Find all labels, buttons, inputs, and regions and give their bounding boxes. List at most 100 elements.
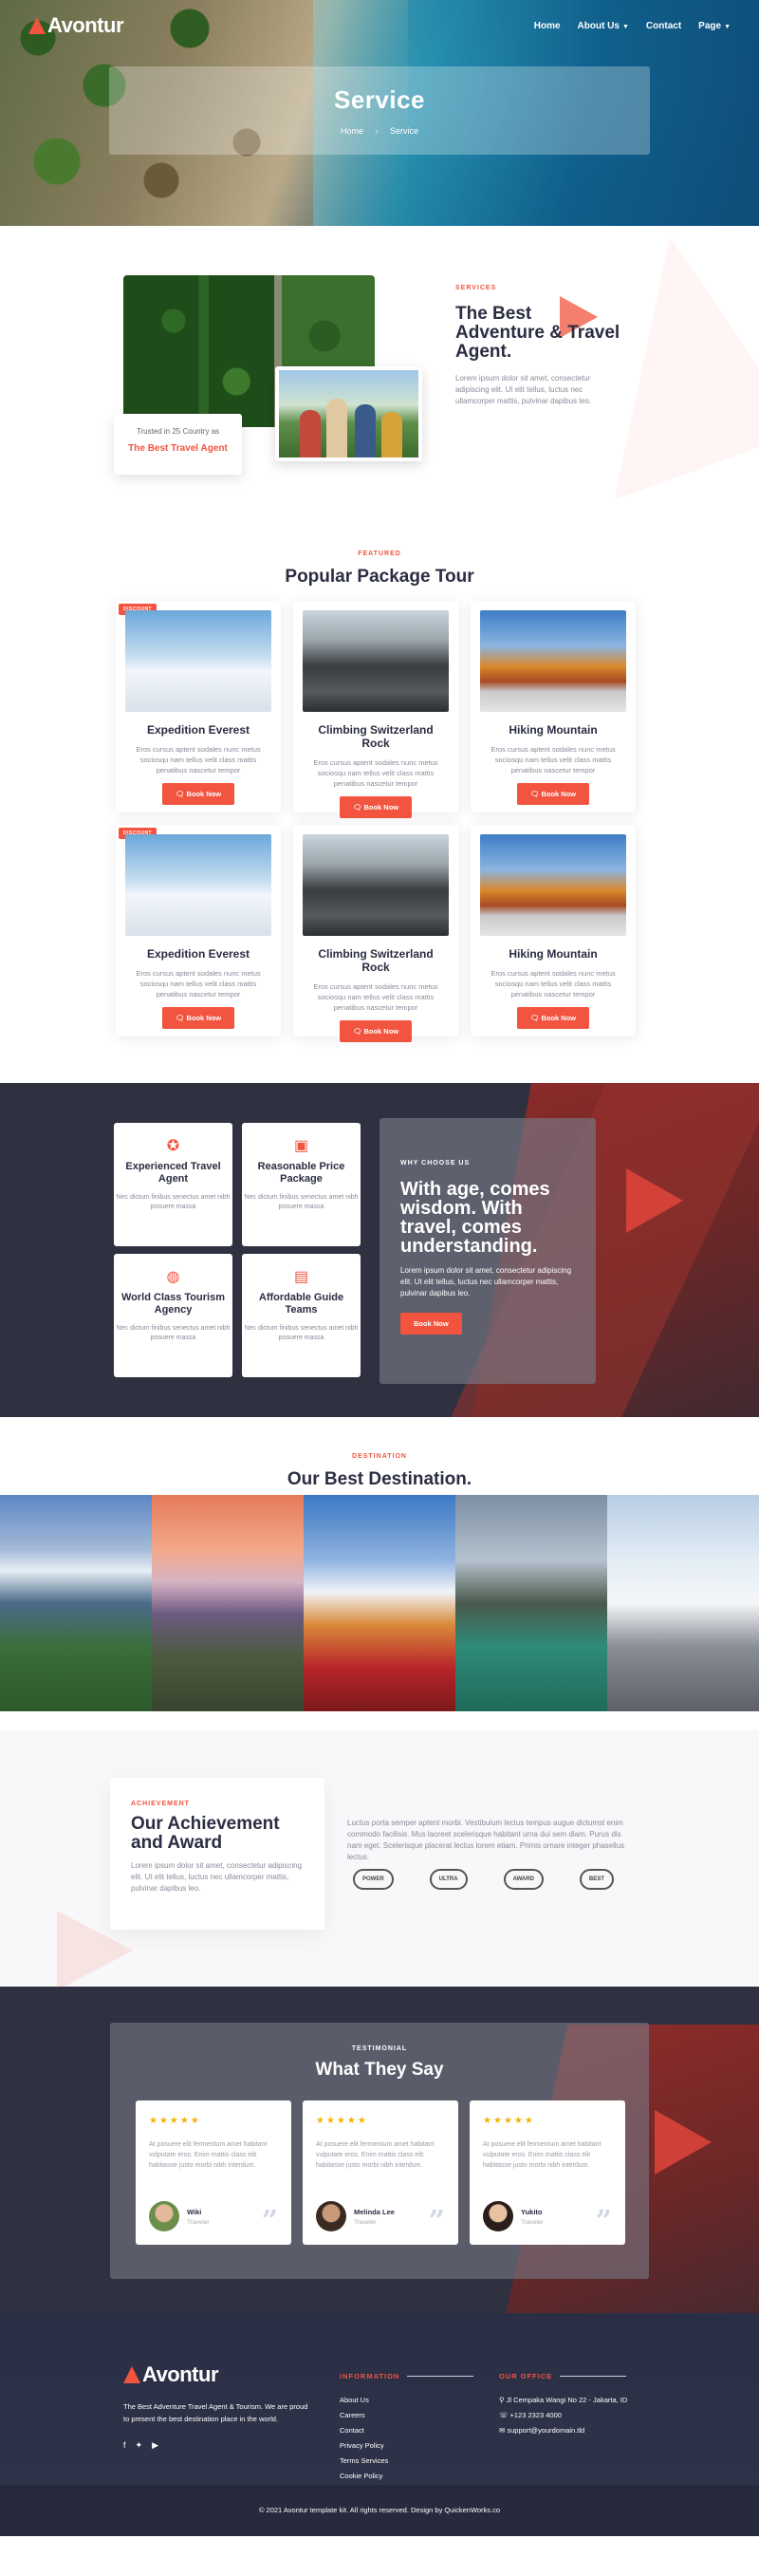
destination-image-fuji[interactable] <box>304 1495 455 1711</box>
brand-logo[interactable]: Avontur <box>28 13 124 38</box>
nav-page-label: Page <box>698 20 722 31</box>
star-rating-icon: ★★★★★ <box>483 2116 535 2126</box>
testimonial-person: Melinda Lee Traveler <box>316 2201 395 2231</box>
footer-address: ⚲ Jl Cempaka Wangi No 22 - Jakarta, ID <box>499 2396 627 2404</box>
book-now-button[interactable]: 🗨 Book Now <box>161 1007 235 1029</box>
footer-logo[interactable]: Avontur <box>123 2362 313 2387</box>
package-image[interactable] <box>480 610 626 712</box>
decor-play-triangle <box>626 1168 683 1233</box>
why-choose-section: ✪ Experienced Travel Agent Nec dictum fi… <box>0 1083 759 1417</box>
testimonial-text: At posuere elit fermentum amet habitant … <box>149 2141 268 2169</box>
nav-item-page[interactable]: Page ▼ <box>698 21 731 31</box>
footer: Avontur The Best Adventure Travel Agent … <box>0 2313 759 2536</box>
breadcrumb-home[interactable]: Home <box>341 126 363 136</box>
about-title: The Best Adventure & Travel Agent. <box>455 304 620 362</box>
testimonial-box: TESTIMONIAL What They Say ★★★★★ At posue… <box>110 2023 649 2279</box>
package-image[interactable] <box>125 834 271 936</box>
testimonial-cards: ★★★★★ At posuere elit fermentum amet hab… <box>136 2100 625 2245</box>
youtube-icon[interactable]: ▶ <box>152 2440 158 2451</box>
divider <box>560 2376 627 2377</box>
package-title[interactable]: Expedition Everest <box>125 723 271 737</box>
decor-play-triangle <box>655 2110 712 2175</box>
footer-link-contact[interactable]: Contact <box>340 2426 473 2435</box>
package-title[interactable]: Hiking Mountain <box>480 723 626 737</box>
nav-item-about[interactable]: About Us ▼ <box>578 21 629 31</box>
book-now-button[interactable]: 🗨 Book Now <box>161 783 235 805</box>
package-title[interactable]: Expedition Everest <box>125 947 271 961</box>
footer-email[interactable]: ✉ support@yourdomain.tld <box>499 2426 627 2435</box>
package-card: Hiking Mountain Eros cursus aptent sodal… <box>471 601 636 812</box>
testimonial-eyebrow: TESTIMONIAL <box>351 2045 408 2052</box>
facebook-icon[interactable]: f <box>123 2440 126 2451</box>
destination-image-alps[interactable] <box>0 1495 152 1711</box>
destination-section: DESTINATION Our Best Destination. <box>0 1417 759 1730</box>
destination-image-bromo[interactable] <box>152 1495 304 1711</box>
email-text: support@yourdomain.tld <box>507 2426 585 2435</box>
footer-phone[interactable]: ☏ +123 2323 4000 <box>499 2411 627 2419</box>
packages-section: FEATURED Popular Package Tour DISCOUNT E… <box>0 511 759 1083</box>
achievement-eyebrow: ACHIEVEMENT <box>131 1801 190 1807</box>
footer-link-careers[interactable]: Careers <box>340 2411 473 2419</box>
testimonial-title: What They Say <box>315 2060 444 2080</box>
book-now-button[interactable]: 🗨 Book Now <box>339 796 413 818</box>
package-image[interactable] <box>303 610 449 712</box>
package-card: Hiking Mountain Eros cursus aptent sodal… <box>471 825 636 1036</box>
person-name: Yukito <box>521 2207 543 2216</box>
book-now-button[interactable]: 🗨 Book Now <box>516 783 590 805</box>
testimonial-card: ★★★★★ At posuere elit fermentum amet hab… <box>470 2100 625 2245</box>
footer-link-cookie[interactable]: Cookie Policy <box>340 2472 473 2480</box>
award-logos: POWER ULTRA AWARD BEST <box>353 1869 614 1890</box>
why-book-now-button[interactable]: Book Now <box>400 1313 462 1335</box>
testimonial-section: TESTIMONIAL What They Say ★★★★★ At posue… <box>0 1987 759 2313</box>
book-now-label: Book Now <box>363 1027 399 1036</box>
package-title[interactable]: Climbing Switzerland Rock <box>303 723 449 750</box>
package-image[interactable] <box>303 834 449 936</box>
award-logo-power: POWER <box>353 1869 394 1890</box>
person-name: Wiki <box>187 2207 202 2216</box>
breadcrumb-current: Service <box>390 126 419 136</box>
brand-name: Avontur <box>47 13 124 37</box>
footer-brand-name: Avontur <box>142 2362 219 2386</box>
destination-image-everest[interactable] <box>607 1495 759 1711</box>
book-now-button[interactable]: 🗨 Book Now <box>516 1007 590 1029</box>
testimonial-card: ★★★★★ At posuere elit fermentum amet hab… <box>303 2100 458 2245</box>
person-role: Traveler <box>187 2218 210 2226</box>
package-title[interactable]: Climbing Switzerland Rock <box>303 947 449 974</box>
packages-header: FEATURED Popular Package Tour <box>0 511 759 588</box>
footer-link-privacy[interactable]: Privacy Policy <box>340 2441 473 2450</box>
package-title[interactable]: Hiking Mountain <box>480 947 626 961</box>
location-pin-icon: ⚲ <box>499 2396 505 2404</box>
book-now-label: Book Now <box>363 803 399 812</box>
feature-title: Affordable Guide Teams <box>258 1292 344 1316</box>
quote-icon: ” <box>428 2205 445 2238</box>
destination-title: Our Best Destination. <box>287 1469 472 1489</box>
about-paragraph: Lorem ipsum dolor sit amet, consectetur … <box>455 374 592 405</box>
book-now-button[interactable]: 🗨 Book Now <box>339 1020 413 1042</box>
package-image[interactable] <box>480 834 626 936</box>
package-desc: Eros cursus aptent sodales nunc metus so… <box>136 969 261 999</box>
package-grid: DISCOUNT Expedition Everest Eros cursus … <box>116 601 643 1042</box>
why-text-box: WHY CHOOSE US With age, comes wisdom. Wi… <box>380 1118 596 1384</box>
testimonial-person: Wiki Traveler <box>149 2201 210 2231</box>
book-now-label: Book Now <box>186 790 222 798</box>
avatar <box>149 2201 179 2231</box>
destination-image-halong[interactable] <box>455 1495 607 1711</box>
feature-text: Nec dictum finibus senectus amet nibh po… <box>244 1325 359 1341</box>
nav-item-contact[interactable]: Contact <box>646 21 681 31</box>
achievement-title: Our Achievement and Award <box>131 1814 280 1853</box>
footer-link-about[interactable]: About Us <box>340 2396 473 2404</box>
twitter-icon[interactable]: ✦ <box>136 2440 143 2451</box>
footer-info-heading: INFORMATION <box>340 2372 474 2380</box>
page-title: Service <box>333 85 426 114</box>
footer-link-terms[interactable]: Terms Services <box>340 2456 473 2465</box>
nav-about-label: About Us <box>577 20 620 31</box>
footer-brand: Avontur The Best Adventure Travel Agent … <box>123 2362 313 2451</box>
achievement-side-text: Luctus porta semper aptent morbi. Vestib… <box>347 1819 625 1861</box>
star-rating-icon: ★★★★★ <box>316 2116 368 2126</box>
achievement-section: ACHIEVEMENT Our Achievement and Award Lo… <box>0 1730 759 1987</box>
nav-item-home[interactable]: Home <box>534 21 561 31</box>
address-text: Jl Cempaka Wangi No 22 - Jakarta, ID <box>506 2396 628 2404</box>
package-image[interactable] <box>125 610 271 712</box>
award-logo-ultra: ULTRA <box>429 1869 468 1890</box>
package-desc: Eros cursus aptent sodales nunc metus so… <box>136 745 261 775</box>
